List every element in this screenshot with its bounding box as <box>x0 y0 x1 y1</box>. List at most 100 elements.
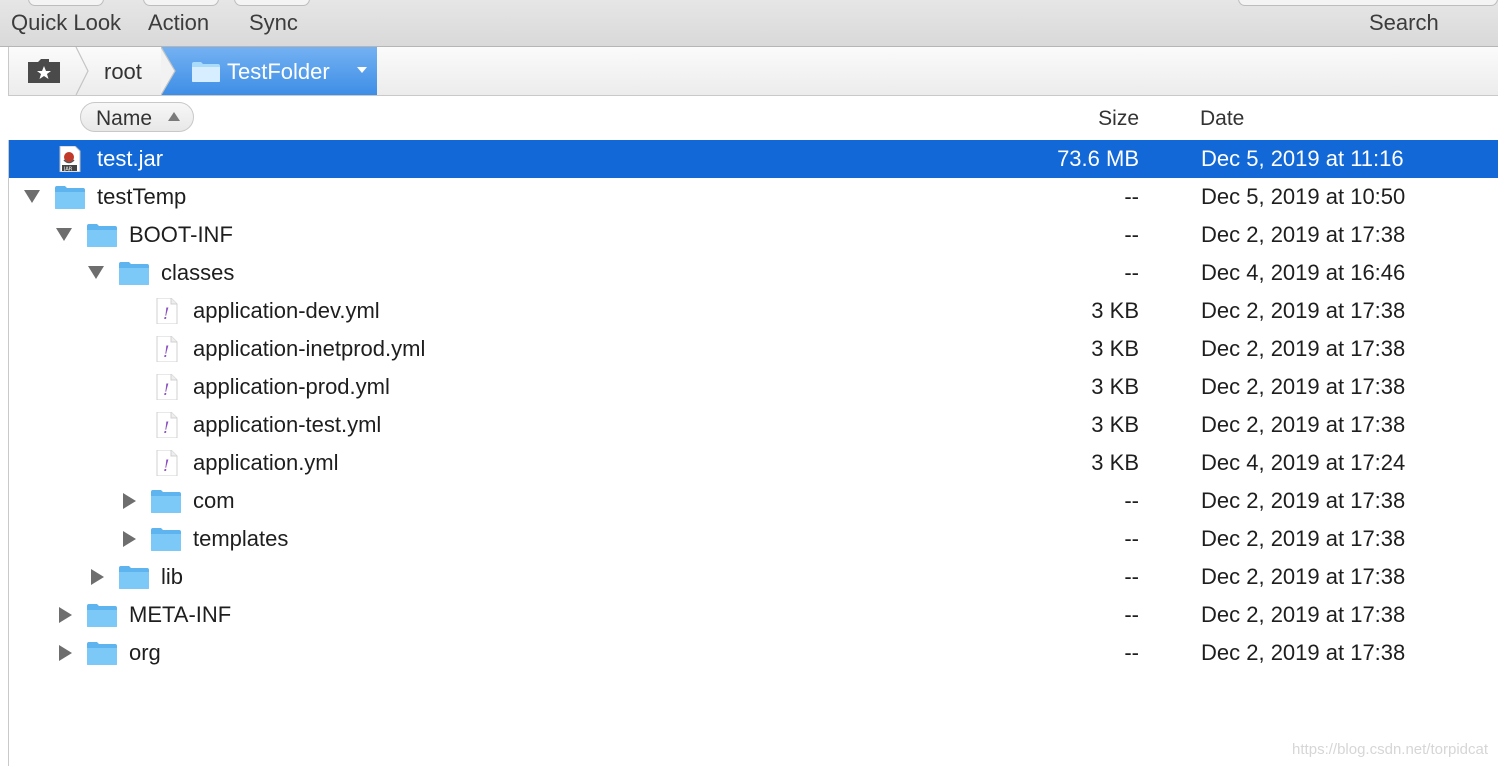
item-size: 73.6 MB <box>1057 146 1139 171</box>
file-row[interactable]: ! application-test.yml 3 KB Dec 2, 2019 at … <box>9 406 1498 444</box>
path-current-chevron-icon <box>161 47 176 95</box>
path-item-current-label: TestFolder <box>227 59 330 84</box>
folder-row[interactable]: testTemp -- Dec 5, 2019 at 10:50 <box>9 178 1498 216</box>
disclosure-collapsed-icon[interactable] <box>59 645 72 661</box>
item-size: -- <box>1124 184 1139 209</box>
svg-text:JAR: JAR <box>63 167 73 173</box>
svg-text:!: ! <box>163 418 169 437</box>
path-item-root[interactable]: root <box>104 59 142 85</box>
name-column-label[interactable]: Name <box>96 107 152 131</box>
search-label[interactable]: Search <box>1369 10 1439 36</box>
item-name: org <box>129 640 161 665</box>
folder-row[interactable]: com -- Dec 2, 2019 at 17:38 <box>9 482 1498 520</box>
disclosure-collapsed-icon[interactable] <box>59 607 72 623</box>
folder-row[interactable]: templates -- Dec 2, 2019 at 17:38 <box>9 520 1498 558</box>
quick-look-label[interactable]: Quick Look <box>11 10 121 36</box>
disclosure-expanded-icon[interactable] <box>88 266 104 279</box>
item-date: Dec 2, 2019 at 17:38 <box>1201 488 1406 513</box>
path-separator-chevron-icon <box>75 47 89 95</box>
item-name: BOOT-INF <box>129 222 233 247</box>
item-date: Dec 5, 2019 at 11:16 <box>1201 146 1404 171</box>
svg-text:!: ! <box>163 342 169 361</box>
file-list: JAR test.jar 73.6 MB Dec 5, 2019 at 11:16 te… <box>8 140 1498 766</box>
file-row[interactable]: ! application-dev.yml 3 KB Dec 2, 2019 at 1… <box>9 292 1498 330</box>
folder-row[interactable]: lib -- Dec 2, 2019 at 17:38 <box>9 558 1498 596</box>
svg-text:!: ! <box>163 380 169 399</box>
item-size: -- <box>1124 222 1139 247</box>
search-field-bezel[interactable] <box>1238 0 1498 6</box>
folder-icon <box>118 564 150 590</box>
item-size: 3 KB <box>1091 374 1139 399</box>
svg-text:!: ! <box>163 456 169 475</box>
disclosure-expanded-icon[interactable] <box>24 190 40 203</box>
item-size: -- <box>1124 260 1139 285</box>
item-date: Dec 2, 2019 at 17:38 <box>1201 564 1406 589</box>
toolbar: Quick Look Action Sync Search <box>0 0 1498 47</box>
file-row[interactable]: JAR test.jar 73.6 MB Dec 5, 2019 at 11:16 <box>9 140 1498 178</box>
action-label[interactable]: Action <box>148 10 209 36</box>
item-date: Dec 2, 2019 at 17:38 <box>1201 298 1406 323</box>
jar-file-icon: JAR <box>54 145 86 173</box>
quick-look-button-bezel[interactable] <box>28 0 104 6</box>
date-column-header[interactable]: Date <box>1200 107 1244 131</box>
item-name: templates <box>193 526 289 551</box>
item-name: lib <box>161 564 184 589</box>
item-name: com <box>193 488 235 513</box>
item-date: Dec 4, 2019 at 17:24 <box>1201 450 1406 475</box>
item-name: application-dev.yml <box>193 298 380 323</box>
item-size: -- <box>1124 602 1139 627</box>
folder-icon <box>54 184 86 210</box>
yml-file-icon: ! <box>150 411 182 439</box>
disclosure-collapsed-icon[interactable] <box>123 531 136 547</box>
item-date: Dec 2, 2019 at 17:38 <box>1201 640 1406 665</box>
path-bar: root TestFolder <box>8 47 1498 96</box>
item-date: Dec 2, 2019 at 17:38 <box>1201 336 1406 361</box>
yml-file-icon: ! <box>150 449 182 477</box>
yml-file-icon: ! <box>150 297 182 325</box>
sync-label[interactable]: Sync <box>249 10 298 36</box>
item-name: META-INF <box>129 602 232 627</box>
yml-file-icon: ! <box>150 335 182 363</box>
chevron-down-icon[interactable] <box>357 67 367 73</box>
sort-ascending-icon <box>168 112 180 121</box>
file-row[interactable]: ! application-prod.yml 3 KB Dec 2, 2019 at … <box>9 368 1498 406</box>
folder-icon <box>150 488 182 514</box>
sync-button-bezel[interactable] <box>234 0 310 6</box>
item-date: Dec 2, 2019 at 17:38 <box>1201 602 1406 627</box>
favorites-folder-icon[interactable] <box>27 58 61 84</box>
item-size: 3 KB <box>1091 450 1139 475</box>
file-row[interactable]: ! application-inetprod.yml 3 KB Dec 2, 2019… <box>9 330 1498 368</box>
disclosure-collapsed-icon[interactable] <box>123 493 136 509</box>
folder-row[interactable]: classes -- Dec 4, 2019 at 16:46 <box>9 254 1498 292</box>
item-name: application-inetprod.yml <box>193 336 426 361</box>
column-header: Name Size Date <box>8 96 1498 140</box>
item-size: 3 KB <box>1091 298 1139 323</box>
file-row[interactable]: ! application.yml 3 KB Dec 4, 2019 at 17:24 <box>9 444 1498 482</box>
item-date: Dec 5, 2019 at 10:50 <box>1201 184 1406 209</box>
folder-icon <box>118 260 150 286</box>
item-size: -- <box>1124 526 1139 551</box>
disclosure-collapsed-icon[interactable] <box>91 569 104 585</box>
svg-text:!: ! <box>163 304 169 323</box>
item-size: 3 KB <box>1091 336 1139 361</box>
folder-icon <box>86 602 118 628</box>
item-name: classes <box>161 260 235 285</box>
item-date: Dec 2, 2019 at 17:38 <box>1201 222 1406 247</box>
item-size: -- <box>1124 640 1139 665</box>
folder-row[interactable]: org -- Dec 2, 2019 at 17:38 <box>9 634 1498 672</box>
folder-row[interactable]: BOOT-INF -- Dec 2, 2019 at 17:38 <box>9 216 1498 254</box>
size-column-header[interactable]: Size <box>1098 107 1139 131</box>
item-size: -- <box>1124 564 1139 589</box>
action-button-bezel[interactable] <box>143 0 219 6</box>
item-name: testTemp <box>97 184 187 209</box>
folder-icon <box>86 222 118 248</box>
item-name: test.jar <box>97 146 164 171</box>
yml-file-icon: ! <box>150 373 182 401</box>
folder-icon <box>192 62 220 82</box>
folder-row[interactable]: META-INF -- Dec 2, 2019 at 17:38 <box>9 596 1498 634</box>
disclosure-expanded-icon[interactable] <box>56 228 72 241</box>
item-date: Dec 2, 2019 at 17:38 <box>1201 412 1406 437</box>
folder-icon <box>150 526 182 552</box>
item-date: Dec 4, 2019 at 16:46 <box>1201 260 1406 285</box>
item-size: -- <box>1124 488 1139 513</box>
